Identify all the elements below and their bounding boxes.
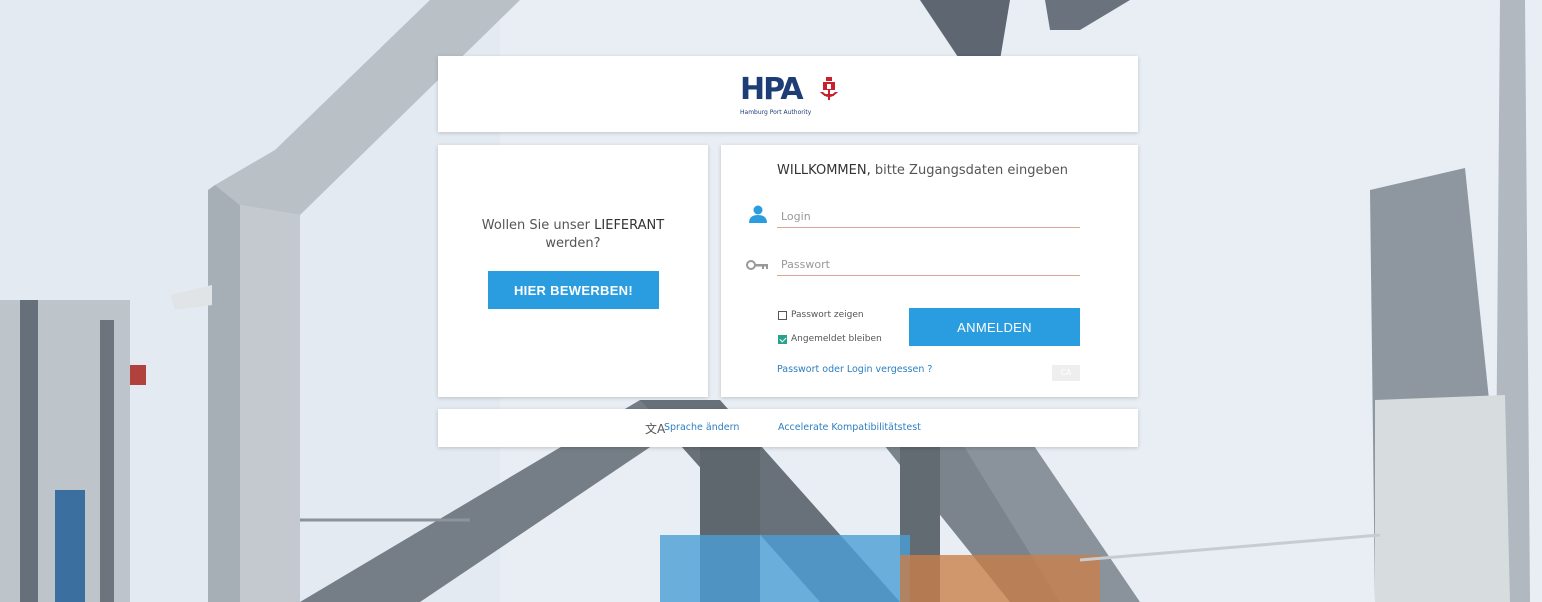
stay-logged-in-label: Angemeldet bleiben <box>791 334 882 344</box>
user-icon <box>749 205 767 223</box>
welcome-strong: WILLKOMMEN, <box>777 163 871 178</box>
compatibility-test-link[interactable]: Accelerate Kompatibilitätstest <box>778 422 921 433</box>
show-password-label: Passwort zeigen <box>791 310 864 320</box>
key-icon <box>746 260 768 270</box>
show-password-option[interactable]: Passwort zeigen <box>778 310 864 320</box>
hpa-logo[interactable]: HPA Hamburg Port Authority <box>740 74 840 120</box>
logo-card: HPA Hamburg Port Authority <box>438 56 1138 132</box>
supplier-card: Wollen Sie unser LIEFERANT werden? HIER … <box>438 145 708 397</box>
supplier-question-highlight: LIEFERANT <box>594 218 665 233</box>
change-language-link[interactable]: Sprache ändern <box>664 422 739 433</box>
stay-logged-in-option[interactable]: Angemeldet bleiben <box>778 334 882 344</box>
logo-wordmark: HPA <box>740 72 804 107</box>
supplier-question-prefix: Wollen Sie unser <box>481 218 595 233</box>
apply-button[interactable]: HIER BEWERBEN! <box>488 271 659 309</box>
welcome-rest: bitte Zugangsdaten eingeben <box>870 163 1068 178</box>
footer-card: 文A Sprache ändern Accelerate Kompatibili… <box>438 409 1138 447</box>
logo-subtitle: Hamburg Port Authority <box>740 109 812 116</box>
supplier-question-suffix: werden? <box>545 236 601 251</box>
password-input[interactable] <box>777 254 1080 276</box>
ca-badge[interactable]: CA <box>1052 365 1080 381</box>
supplier-question: Wollen Sie unser LIEFERANT werden? <box>438 217 708 253</box>
login-button[interactable]: ANMELDEN <box>909 308 1080 346</box>
login-card: WILLKOMMEN, bitte Zugangsdaten eingeben … <box>721 145 1138 397</box>
translate-icon[interactable]: 文A <box>645 420 665 437</box>
stay-logged-in-checkbox[interactable] <box>778 334 787 344</box>
welcome-message: WILLKOMMEN, bitte Zugangsdaten eingeben <box>777 163 1068 178</box>
forgot-credentials-link[interactable]: Passwort oder Login vergessen ? <box>777 364 932 375</box>
harbor-crest-icon <box>820 77 838 100</box>
show-password-checkbox[interactable] <box>778 310 787 320</box>
login-input[interactable] <box>777 206 1080 228</box>
